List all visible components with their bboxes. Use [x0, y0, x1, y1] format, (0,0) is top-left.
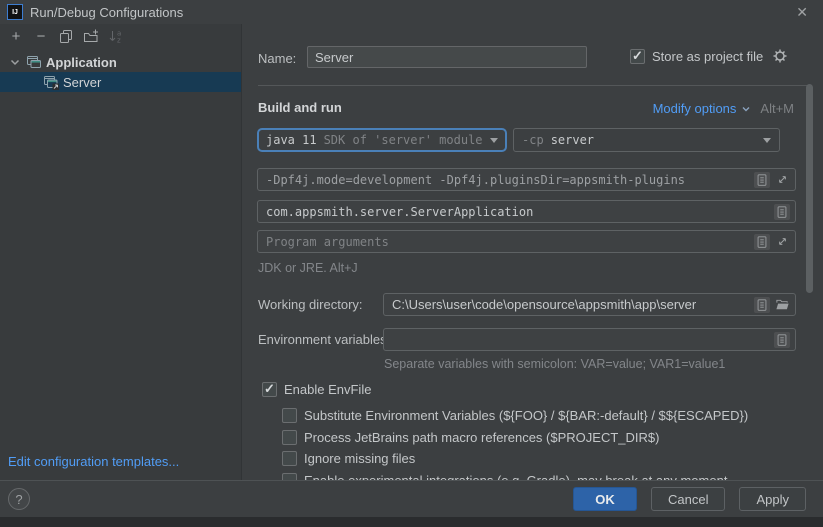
cp-value: server [551, 133, 594, 147]
new-folder-button[interactable] [83, 28, 99, 44]
remove-configuration-button[interactable]: − [33, 28, 49, 44]
envfile-option-label: Substitute Environment Variables (${FOO}… [304, 408, 748, 423]
modify-options-link[interactable]: Modify options [653, 101, 752, 116]
name-input[interactable] [315, 50, 579, 65]
build-and-run-title: Build and run [258, 100, 342, 115]
new-folder-icon [83, 28, 99, 44]
sort-configurations-button: a z [108, 28, 124, 44]
working-directory-label: Working directory: [258, 297, 363, 312]
section-divider [258, 85, 811, 86]
substitute-env-vars-checkbox[interactable] [282, 408, 297, 423]
run-debug-configurations-dialog: IJ Run/Debug Configurations ✕ + − [0, 0, 823, 527]
apply-button[interactable]: Apply [739, 487, 806, 511]
envfile-option-row: Substitute Environment Variables (${FOO}… [282, 408, 748, 423]
copy-configuration-button[interactable] [58, 28, 74, 44]
program-arguments-field [257, 230, 796, 253]
name-label: Name: [258, 51, 296, 66]
ignore-missing-files-checkbox[interactable] [282, 451, 297, 466]
environment-variables-hint: Separate variables with semicolon: VAR=v… [384, 357, 725, 371]
add-configuration-button[interactable]: + [8, 28, 24, 44]
tree-item-label: Application [46, 55, 117, 70]
working-directory-field [383, 293, 796, 316]
modify-options-shortcut: Alt+M [760, 101, 794, 116]
configuration-form: Name: Store as project file Build and ru… [243, 24, 823, 480]
vm-options-input[interactable] [266, 173, 750, 187]
macros-list-icon[interactable] [754, 172, 770, 188]
svg-text:z: z [117, 37, 121, 45]
run-configuration-icon [43, 74, 59, 90]
cancel-button[interactable]: Cancel [651, 487, 725, 511]
tree-item-label: Server [63, 75, 101, 90]
ok-button[interactable]: OK [573, 487, 637, 511]
main-class-field [257, 200, 796, 223]
modify-options-row: Modify options Alt+M [653, 101, 794, 116]
copy-icon [58, 28, 74, 44]
sidebar-toolbar: + − a z [0, 24, 241, 48]
jdk-value: java 11 [266, 133, 317, 147]
browse-folder-icon[interactable] [774, 297, 790, 313]
classpath-combobox[interactable]: -cp server [513, 128, 780, 152]
question-icon: ? [15, 492, 22, 507]
envfile-option-label: Process JetBrains path macro references … [304, 430, 659, 445]
envfile-option-row-clipped: Enable experimental integrations (e.g. G… [282, 473, 727, 480]
minus-icon: − [37, 29, 46, 44]
vm-options-field [257, 168, 796, 191]
cp-prefix: -cp [522, 133, 544, 147]
close-icon[interactable]: ✕ [796, 4, 808, 21]
dialog-title: Run/Debug Configurations [30, 5, 183, 20]
tree-item-application[interactable]: Application [0, 52, 241, 72]
macros-list-icon[interactable] [754, 297, 770, 313]
configurations-tree: Application Server [0, 52, 241, 92]
jdk-hint-text: SDK of 'server' module [324, 133, 483, 147]
chevron-down-icon [741, 104, 751, 114]
gear-icon[interactable] [772, 48, 788, 64]
ide-background-strip [0, 517, 823, 527]
environment-variables-field [383, 328, 796, 351]
environment-variables-label: Environment variables: [258, 332, 390, 347]
program-arguments-input[interactable] [266, 235, 750, 249]
plus-icon: + [12, 29, 21, 44]
working-directory-input[interactable] [392, 297, 750, 312]
modify-options-label: Modify options [653, 101, 737, 116]
envfile-option-label: Ignore missing files [304, 451, 415, 466]
store-as-project-file-row: Store as project file [630, 48, 788, 64]
chevron-down-icon[interactable] [7, 54, 23, 70]
store-as-project-file-label: Store as project file [652, 49, 763, 64]
help-button[interactable]: ? [8, 488, 30, 510]
dropdown-arrow-icon [763, 138, 771, 143]
store-as-project-file-checkbox[interactable] [630, 49, 645, 64]
edit-configuration-templates-link[interactable]: Edit configuration templates... [8, 454, 179, 469]
envfile-option-label: Enable experimental integrations (e.g. G… [304, 473, 727, 480]
process-path-macros-checkbox[interactable] [282, 430, 297, 445]
intellij-logo-icon: IJ [7, 4, 23, 20]
envfile-option-row: Ignore missing files [282, 451, 415, 466]
envfile-option-row: Process JetBrains path macro references … [282, 430, 659, 445]
main-class-input[interactable] [266, 205, 770, 219]
tree-item-server-selected[interactable]: Server [0, 72, 241, 92]
title-bar: IJ Run/Debug Configurations ✕ [0, 0, 823, 24]
configurations-sidebar: + − a z [0, 24, 242, 480]
enable-envfile-checkbox[interactable] [262, 382, 277, 397]
dropdown-arrow-icon [490, 138, 498, 143]
application-type-icon [26, 54, 42, 70]
environment-variables-input[interactable] [392, 332, 770, 347]
name-field-wrapper [307, 46, 587, 68]
expand-field-icon[interactable] [774, 234, 790, 250]
expand-field-icon[interactable] [774, 172, 790, 188]
experimental-integrations-checkbox[interactable] [282, 473, 297, 480]
jdk-hint: JDK or JRE. Alt+J [258, 261, 358, 275]
macros-list-icon[interactable] [754, 234, 770, 250]
jdk-combobox[interactable]: java 11 SDK of 'server' module [257, 128, 507, 152]
macros-list-icon[interactable] [774, 204, 790, 220]
sort-az-icon: a z [108, 28, 124, 44]
macros-list-icon[interactable] [774, 332, 790, 348]
enable-envfile-row: Enable EnvFile [262, 382, 371, 397]
enable-envfile-label: Enable EnvFile [284, 382, 371, 397]
dialog-footer: ? OK Cancel Apply [0, 480, 823, 517]
scrollbar-thumb[interactable] [806, 84, 813, 293]
